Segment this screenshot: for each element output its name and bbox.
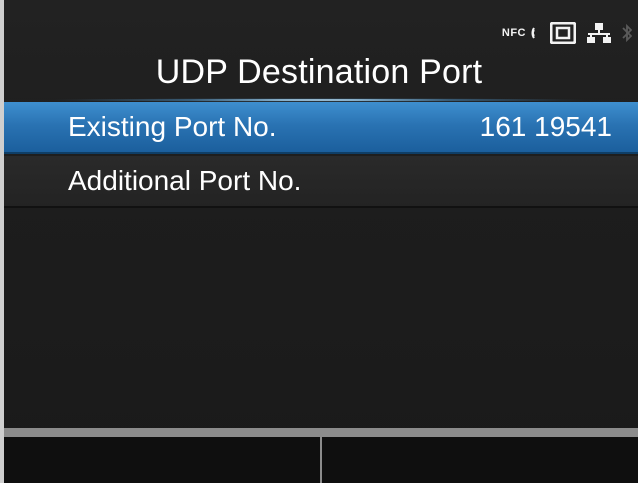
menu-item-value: 161 19541 <box>479 111 612 142</box>
sd-card-icon <box>550 22 576 44</box>
page-title: UDP Destination Port <box>155 53 483 91</box>
menu-item-label: Existing Port No. <box>68 111 277 142</box>
softkey-right[interactable] <box>320 428 638 483</box>
printer-display: NFC UDP Destination Port Existing Port N… <box>0 0 638 483</box>
softkey-bar <box>4 428 638 483</box>
bluetooth-icon <box>622 23 632 43</box>
network-icon <box>587 23 611 43</box>
nfc-label: NFC <box>501 27 526 39</box>
status-bar: NFC <box>502 22 632 44</box>
menu-item-additional-port[interactable]: Additional Port No. <box>4 156 638 208</box>
menu-item-label: Additional Port No. <box>68 165 302 196</box>
nfc-icon: NFC <box>502 25 540 41</box>
softkey-left[interactable] <box>4 428 320 483</box>
menu-item-existing-port[interactable]: Existing Port No. 161 19541 <box>4 102 638 154</box>
